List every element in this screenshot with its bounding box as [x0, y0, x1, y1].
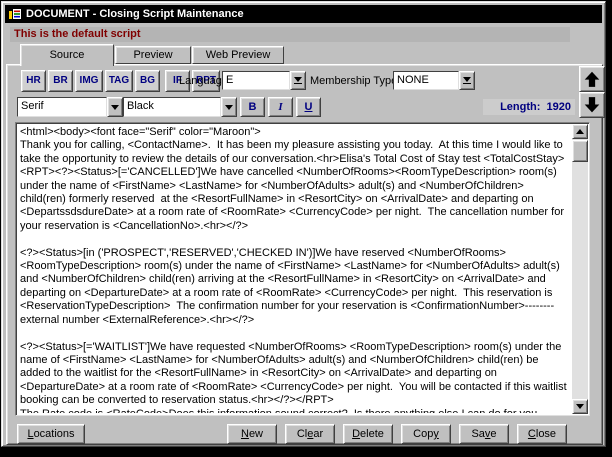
editor-text[interactable]: <html><body><font face="Serif" color="Ma…	[18, 125, 571, 413]
font-family-value[interactable]: Serif	[17, 97, 107, 117]
move-down-button[interactable]	[579, 92, 605, 118]
main-panel: HR BR IMG TAG BG IF RPT Language E Membe…	[6, 64, 603, 445]
editor-scrollbar[interactable]	[572, 124, 588, 414]
titlebar[interactable]: DOCUMENT - Closing Script Maintenance	[5, 5, 602, 23]
bold-button[interactable]: B	[240, 97, 265, 117]
tab-web-preview[interactable]: Web Preview	[192, 46, 284, 64]
membership-dropdown-icon[interactable]	[459, 71, 475, 90]
close-button[interactable]: Close	[517, 424, 567, 444]
bg-tag-button[interactable]: BG	[135, 70, 160, 92]
length-indicator: Length: 1920	[483, 99, 575, 115]
language-dropdown-icon[interactable]	[290, 71, 306, 90]
chevron-down-icon	[294, 77, 302, 82]
script-editor[interactable]: <html><body><font face="Serif" color="Ma…	[15, 122, 590, 416]
default-script-banner: This is the default script	[10, 27, 570, 42]
down-arrow-icon	[583, 96, 601, 114]
membership-type-value[interactable]: NONE	[393, 71, 459, 90]
dropdown-underline	[294, 83, 302, 84]
tab-source[interactable]: Source	[20, 44, 114, 66]
app-window: DOCUMENT - Closing Script Maintenance Th…	[1, 1, 606, 447]
window-title: DOCUMENT - Closing Script Maintenance	[26, 8, 244, 20]
font-color-dropdown[interactable]	[221, 97, 237, 117]
scroll-down-icon	[576, 404, 584, 409]
scroll-up-button[interactable]	[572, 124, 588, 139]
font-color-value[interactable]: Black	[123, 97, 221, 117]
language-combo[interactable]: E	[222, 71, 306, 90]
chevron-down-icon	[225, 105, 233, 110]
locations-button[interactable]: Locations	[17, 424, 85, 444]
italic-button[interactable]: I	[268, 97, 293, 117]
save-button[interactable]: Save	[459, 424, 509, 444]
hr-tag-button[interactable]: HR	[21, 70, 46, 92]
clear-button[interactable]: Clear	[285, 424, 335, 444]
banner-text: This is the default script	[14, 28, 141, 40]
copy-button[interactable]: Copy	[401, 424, 451, 444]
tab-preview-label: Preview	[133, 49, 172, 61]
language-value[interactable]: E	[222, 71, 290, 90]
scrollbar-thumb[interactable]	[572, 140, 588, 162]
chevron-down-icon	[111, 105, 119, 110]
tab-preview[interactable]: Preview	[115, 46, 191, 64]
scroll-down-button[interactable]	[572, 399, 588, 414]
membership-type-combo[interactable]: NONE	[393, 71, 475, 90]
new-button[interactable]: New	[227, 424, 277, 444]
locations-rest: ocations	[34, 428, 75, 440]
tag-tag-button[interactable]: TAG	[105, 70, 133, 92]
up-arrow-icon	[583, 70, 601, 88]
tab-web-preview-label: Web Preview	[206, 49, 271, 61]
app-icon	[8, 7, 22, 21]
dropdown-underline	[463, 83, 471, 84]
delete-button[interactable]: Delete	[343, 424, 393, 444]
action-button-row: New Clear Delete Copy Save Close	[227, 424, 567, 444]
br-tag-button[interactable]: BR	[48, 70, 73, 92]
font-family-combo[interactable]: Serif	[17, 97, 123, 117]
font-family-dropdown[interactable]	[107, 97, 123, 117]
scroll-up-icon	[576, 129, 584, 134]
length-label: Length:	[500, 101, 540, 113]
length-value: 1920	[547, 101, 571, 113]
membership-type-label: Membership Type	[310, 72, 397, 91]
font-color-combo[interactable]: Black	[123, 97, 237, 117]
img-tag-button[interactable]: IMG	[75, 70, 103, 92]
tab-source-label: Source	[50, 49, 85, 61]
move-up-button[interactable]	[579, 66, 605, 92]
language-label: Language	[179, 72, 228, 91]
underline-button[interactable]: U	[296, 97, 321, 117]
chevron-down-icon	[463, 77, 471, 82]
